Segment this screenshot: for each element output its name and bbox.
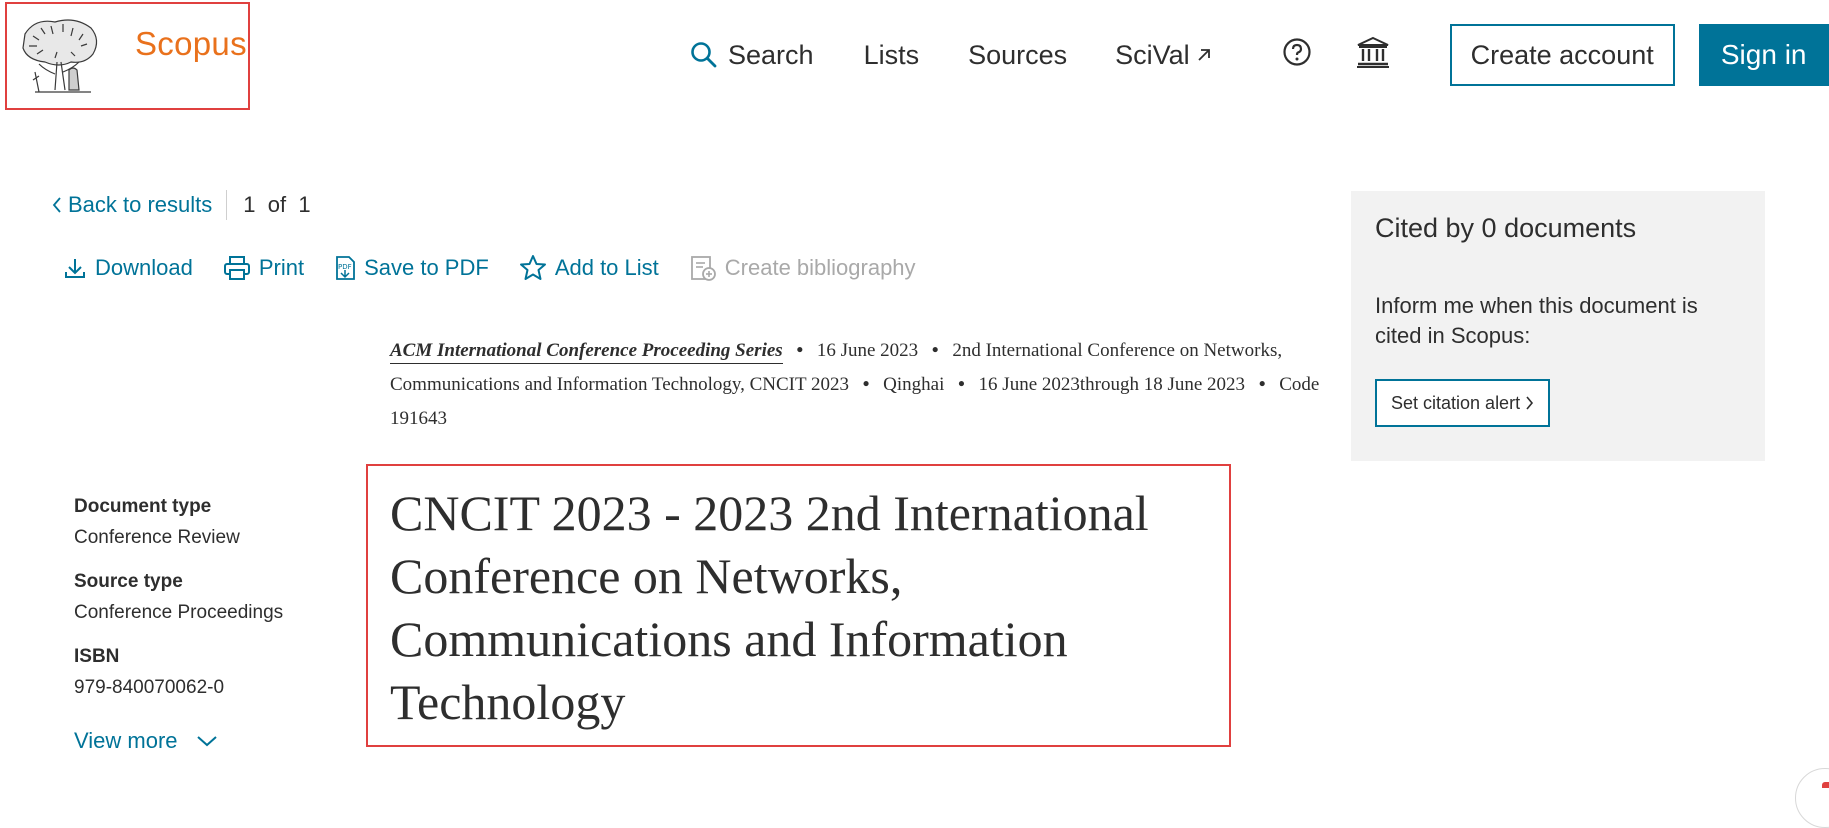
publication-date: 16 June 2023	[816, 340, 919, 361]
document-type-label: Document type	[74, 496, 212, 517]
print-button[interactable]: Print	[223, 255, 304, 281]
chevron-right-icon	[1525, 395, 1534, 411]
source-series-link[interactable]: ACM International Conference Proceeding …	[390, 340, 783, 364]
create-bibliography-button[interactable]: Create bibliography	[689, 254, 916, 282]
search-icon	[690, 41, 718, 69]
set-citation-alert-button[interactable]: Set citation alert	[1375, 379, 1551, 427]
view-more-button[interactable]: View more	[74, 728, 218, 754]
document-actions: Download Print PDF Save to PDF Add to Li…	[63, 254, 946, 282]
nav-scival-label: SciVal	[1115, 39, 1190, 70]
separator-dot: •	[958, 374, 965, 395]
institution-button[interactable]	[1356, 36, 1390, 75]
main-nav: Search Lists Sources SciVal Create accou…	[690, 24, 1829, 86]
document-metadata: Document type Conference Review Source t…	[74, 496, 364, 721]
institution-icon	[1356, 36, 1390, 75]
back-to-results-label: Back to results	[68, 192, 213, 217]
source-type-label: Source type	[74, 571, 183, 592]
source-info: ACM International Conference Proceeding …	[390, 334, 1335, 436]
chevron-down-icon	[196, 734, 218, 748]
pager-divider	[226, 190, 228, 220]
save-to-pdf-label: Save to PDF	[364, 255, 489, 280]
pdf-icon: PDF	[334, 255, 356, 281]
set-citation-alert-label: Set citation alert	[1391, 392, 1521, 413]
nav-search[interactable]: Search	[690, 40, 814, 71]
isbn-value: 979-840070062-0	[74, 677, 225, 698]
notification-dot-icon	[1822, 782, 1829, 788]
back-to-results-link[interactable]: Back to results	[52, 192, 212, 218]
document-title: CNCIT 2023 - 2023 2nd International Conf…	[390, 485, 1149, 730]
nav-lists-label: Lists	[863, 39, 920, 70]
print-icon	[223, 255, 251, 281]
create-account-button[interactable]: Create account	[1449, 24, 1675, 86]
help-icon	[1282, 37, 1312, 74]
create-bibliography-label: Create bibliography	[724, 255, 916, 280]
scopus-logo-link[interactable]: Scopus	[5, 2, 250, 110]
download-button[interactable]: Download	[63, 255, 193, 281]
save-to-pdf-button[interactable]: PDF Save to PDF	[334, 255, 489, 281]
svg-text:PDF: PDF	[338, 263, 352, 271]
conference-dates: 16 June 2023through 18 June 2023	[978, 374, 1246, 395]
separator-dot: •	[796, 340, 804, 361]
separator-dot: •	[931, 340, 939, 361]
bibliography-icon	[689, 254, 717, 282]
document-type-value: Conference Review	[74, 527, 240, 548]
floating-widget-button[interactable]	[1795, 768, 1829, 828]
conference-location: Qinghai	[883, 374, 945, 395]
separator-dot: •	[862, 374, 870, 395]
nav-sources-label: Sources	[968, 39, 1068, 70]
nav-scival[interactable]: SciVal	[1115, 40, 1212, 71]
source-type-value: Conference Proceedings	[74, 602, 284, 623]
nav-sources[interactable]: Sources	[968, 40, 1067, 71]
chevron-left-icon	[52, 196, 62, 214]
add-to-list-button[interactable]: Add to List	[519, 254, 659, 282]
elsevier-tree-logo-icon	[22, 19, 98, 93]
download-label: Download	[95, 255, 193, 280]
cited-by-title: Cited by 0 documents	[1375, 213, 1637, 243]
results-navigation: Back to results 1 of 1	[52, 190, 311, 220]
nav-lists[interactable]: Lists	[864, 40, 920, 71]
result-pager: 1 of 1	[243, 192, 311, 217]
external-link-icon	[1196, 47, 1212, 63]
download-icon	[63, 256, 87, 280]
add-to-list-label: Add to List	[554, 255, 659, 280]
isbn-label: ISBN	[74, 646, 120, 667]
view-more-label: View more	[74, 728, 178, 753]
separator-dot: •	[1258, 374, 1266, 395]
help-button[interactable]	[1282, 37, 1312, 74]
title-highlight-box: CNCIT 2023 - 2023 2nd International Conf…	[366, 464, 1231, 747]
cited-by-panel: Cited by 0 documents Inform me when this…	[1351, 191, 1765, 461]
sign-in-button[interactable]: Sign in	[1698, 24, 1829, 86]
print-label: Print	[258, 255, 305, 280]
citation-inform-text: Inform me when this document is cited in…	[1375, 293, 1698, 348]
scopus-brand-text: Scopus	[135, 25, 247, 62]
nav-search-label: Search	[728, 39, 814, 70]
star-icon	[519, 254, 547, 282]
